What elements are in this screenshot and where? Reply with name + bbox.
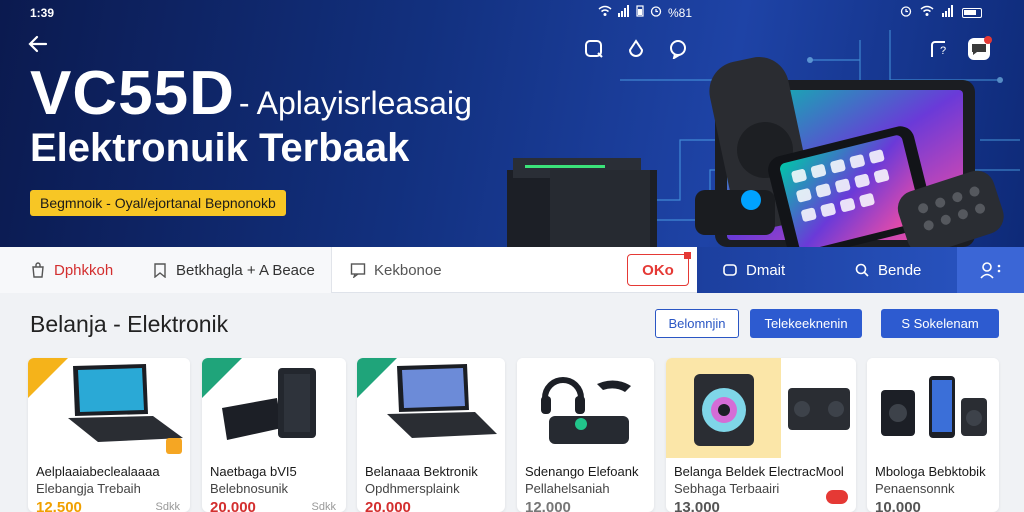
product-price: 20.000 bbox=[365, 499, 411, 512]
nav-blue-1-label: Dmait bbox=[746, 261, 786, 279]
signal-percent-text: %81 bbox=[668, 5, 693, 20]
product-card[interactable]: Belanaaa Bektronik Opdhmersplaink 20.000 bbox=[357, 358, 505, 512]
headphones-image bbox=[517, 358, 654, 458]
red-badge-icon bbox=[826, 490, 848, 504]
bookmark-icon bbox=[154, 263, 166, 278]
message-icon bbox=[350, 263, 366, 278]
product-subname: Elebangja Trebaih bbox=[36, 481, 141, 496]
product-card[interactable]: Mbologa Bebktobik Penaensonnk 10.000 bbox=[867, 358, 999, 512]
product-name: Belanga Beldek ElectracMool bbox=[674, 464, 844, 479]
search-icon bbox=[855, 263, 869, 277]
promo-button-label: OKo bbox=[642, 261, 674, 279]
back-arrow-icon[interactable] bbox=[28, 34, 48, 59]
signal-icon bbox=[618, 5, 630, 20]
product-subname: Penaensonnk bbox=[875, 481, 955, 496]
product-unit: Sdkk bbox=[311, 501, 336, 512]
chat-square-icon bbox=[723, 264, 737, 276]
promo-button[interactable]: OKo bbox=[627, 252, 691, 286]
product-card[interactable]: Sdenango Elefoank Pellahelsaniah 12.000 bbox=[517, 358, 654, 512]
product-price: 12.500 bbox=[36, 499, 82, 512]
product-name: Mbologa Bebktobik bbox=[875, 464, 986, 479]
hero-banner: 1:39 %81 VC55D - Aplayisrleasaig Elektro… bbox=[0, 0, 1024, 247]
laptop-image bbox=[357, 358, 505, 458]
hero-badge: Begmnoik - Oyal/ejortanal Bepnonokb bbox=[30, 190, 286, 216]
filter-button-3[interactable]: S Sokelenam bbox=[881, 309, 999, 338]
wifi-icon bbox=[598, 5, 612, 20]
speaker-set-image bbox=[666, 358, 856, 458]
gadgets-image bbox=[867, 358, 999, 458]
product-price: 10.000 bbox=[875, 499, 921, 512]
bag-icon bbox=[32, 262, 44, 278]
router-image bbox=[202, 358, 346, 458]
nav-tab-3-label: Kekbonoe bbox=[374, 261, 442, 279]
nav-blue-1[interactable]: Dmait bbox=[722, 247, 785, 293]
alarm-icon bbox=[650, 5, 662, 20]
category-nav: Dphkkoh Betkhagla + A Beace Kekbonoe OKo… bbox=[0, 247, 1024, 293]
nav-more-button[interactable] bbox=[957, 247, 1024, 293]
nav-tab-2-label: Betkhagla + A Beace bbox=[176, 261, 315, 279]
product-card[interactable]: Belanga Beldek ElectracMool Sebhaga Terb… bbox=[666, 358, 856, 512]
nav-tab-1[interactable]: Dphkkoh bbox=[30, 247, 113, 293]
hero-title: VC55D - Aplayisrleasaig bbox=[30, 58, 472, 129]
status-bar: 1:39 %81 bbox=[0, 4, 1024, 22]
nav-tab-2[interactable]: Betkhagla + A Beace bbox=[152, 247, 315, 293]
nav-blue-2-label: Bende bbox=[878, 261, 922, 279]
product-card[interactable]: Aelplaaiabeclealaaaa Elebangja Trebaih 1… bbox=[28, 358, 190, 512]
product-unit: Sdkk bbox=[155, 501, 180, 512]
section-title: Belanja - Elektronik bbox=[30, 311, 229, 337]
product-name: Naetbaga bVI5 bbox=[210, 464, 297, 479]
devices-illustration bbox=[507, 57, 1004, 247]
product-price: 13.000 bbox=[674, 499, 720, 512]
product-name: Belanaaa Bektronik bbox=[365, 464, 478, 479]
hero-title-rest: - Aplayisrleasaig bbox=[238, 85, 472, 121]
signal-right-icon bbox=[942, 5, 954, 20]
hero-subtitle: Elektronuik Terbaak bbox=[30, 126, 410, 170]
nav-blue-2[interactable]: Bende bbox=[854, 247, 921, 293]
product-name: Aelplaaiabeclealaaaa bbox=[36, 464, 160, 479]
nav-tab-1-label: Dphkkoh bbox=[54, 261, 114, 279]
laptop-image bbox=[28, 358, 190, 458]
product-subname: Belebnosunik bbox=[210, 481, 289, 496]
product-price: 12.000 bbox=[525, 499, 571, 512]
product-card[interactable]: Naetbaga bVI5 Belebnosunik 20.000 Sdkk bbox=[202, 358, 346, 512]
product-subname: Opdhmersplaink bbox=[365, 481, 460, 496]
filter-button-1[interactable]: Belomnjin bbox=[655, 309, 739, 338]
nav-blue-group: Dmait Bende bbox=[697, 247, 1024, 293]
filter-button-2[interactable]: Telekeeknenin bbox=[750, 309, 862, 338]
product-name: Sdenango Elefoank bbox=[525, 464, 639, 479]
product-subname: Pellahelsaniah bbox=[525, 481, 610, 496]
hero-title-big: VC55D bbox=[30, 59, 235, 128]
status-time: 1:39 bbox=[30, 6, 55, 20]
alarm-right-icon bbox=[900, 5, 912, 20]
wifi-right-icon bbox=[920, 5, 934, 20]
promo-corner-badge bbox=[684, 252, 691, 259]
battery-small-icon bbox=[636, 5, 644, 20]
battery-icon bbox=[962, 7, 982, 18]
product-price: 20.000 bbox=[210, 499, 256, 512]
nav-tab-3[interactable]: Kekbonoe bbox=[350, 247, 442, 293]
user-more-icon bbox=[979, 262, 1000, 279]
